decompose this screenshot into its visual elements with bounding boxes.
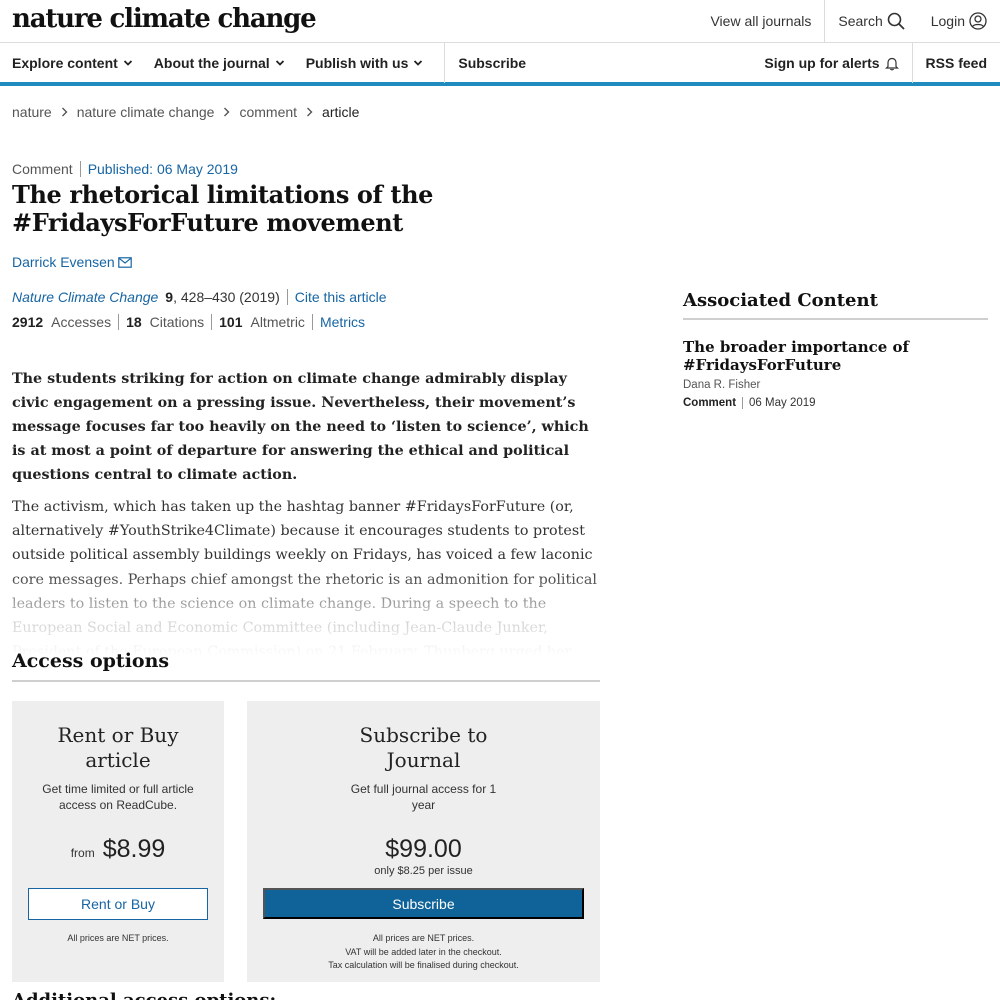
associated-article-meta: Comment 06 May 2019 <box>683 397 816 409</box>
subscribe-price-row: $99.00 <box>247 835 600 864</box>
rss-feed-label: RSS feed <box>925 55 987 71</box>
chevron-down-icon <box>123 60 132 66</box>
citation-line: Nature Climate Change 9 , 428–430 (2019)… <box>12 289 387 305</box>
nav-about-journal[interactable]: About the journal <box>154 55 285 71</box>
altmetric-label: Altmetric <box>250 314 305 330</box>
associated-content-heading: Associated Content <box>683 290 988 320</box>
user-icon <box>969 12 987 30</box>
volume: 9 <box>165 289 174 305</box>
breadcrumb-journal[interactable]: nature climate change <box>77 104 215 120</box>
rent-price-row: from $8.99 <box>12 835 224 864</box>
published-date: Published: 06 May 2019 <box>87 161 238 177</box>
subscribe-note-2: VAT will be added later in the checkout. <box>345 946 502 957</box>
sign-up-alerts-label: Sign up for alerts <box>764 55 880 71</box>
nav-about-journal-label: About the journal <box>153 55 270 71</box>
rent-card-title: Rent or Buy article <box>57 723 179 772</box>
per-issue-price: only $8.25 per issue <box>374 865 473 877</box>
cite-article-link[interactable]: Cite this article <box>288 289 387 305</box>
article-title: The rhetorical limitations of the #Frida… <box>12 180 433 237</box>
paywall-fade <box>0 570 620 656</box>
rent-or-buy-button[interactable]: Rent or Buy <box>28 888 208 920</box>
search-label: Search <box>838 13 883 29</box>
chevron-down-icon <box>414 60 423 66</box>
article-type: Comment <box>12 161 81 177</box>
subscribe-price: $99.00 <box>385 835 462 863</box>
login-button[interactable]: Login <box>918 0 1000 42</box>
nav-subscribe[interactable]: Subscribe <box>444 43 526 83</box>
top-links: View all journals Search Login <box>697 0 1000 42</box>
rent-price-note: All prices are NET prices. <box>67 933 169 943</box>
article-standfirst: The students striking for action on clim… <box>12 371 589 483</box>
additional-access-label: Additional access options: <box>12 992 312 1000</box>
nav-explore-content-label: Explore content <box>12 55 118 71</box>
subscribe-card-title: Subscribe to Journal <box>359 723 488 772</box>
rent-or-buy-card: Rent or Buy article Get time limited or … <box>12 701 224 982</box>
subscribe-card-description: Get full journal access for 1 year <box>350 782 497 812</box>
accesses-label: Accesses <box>51 314 112 330</box>
subscribe-button[interactable]: Subscribe <box>263 888 584 919</box>
nav-publish-label: Publish with us <box>305 55 409 71</box>
citations-label: Citations <box>149 314 205 330</box>
nav-left: Explore content About the journal Publis… <box>12 43 526 83</box>
bell-icon <box>884 57 899 70</box>
access-options-heading: Access options <box>12 650 600 682</box>
author-name: Darrick Evensen <box>12 254 115 270</box>
chevron-right-icon <box>223 107 230 117</box>
price-from-label: from <box>70 846 95 860</box>
nav-explore-content[interactable]: Explore content <box>12 55 133 71</box>
altmetric-count: 101 <box>219 314 243 330</box>
site-logo[interactable]: nature climate change <box>12 4 317 34</box>
view-all-journals-label: View all journals <box>710 13 812 29</box>
additional-access-heading: Additional access options: <box>12 992 312 1000</box>
nav-publish-with-us[interactable]: Publish with us <box>306 55 424 71</box>
associated-article-title[interactable]: The broader importance of #FridaysForFut… <box>683 338 983 374</box>
metrics-link[interactable]: Metrics <box>320 314 365 330</box>
sign-up-alerts-link[interactable]: Sign up for alerts <box>751 43 913 83</box>
metric-citations: 18 Citations <box>126 314 213 330</box>
article-meta: Comment Published: 06 May 2019 <box>12 161 238 177</box>
breadcrumb-nature[interactable]: nature <box>12 104 52 120</box>
rent-price: $8.99 <box>102 835 166 863</box>
rent-card-description: Get time limited or full article access … <box>42 782 194 812</box>
subscribe-price-notes: All prices are NET prices. VAT will be a… <box>253 932 594 973</box>
accesses-count: 2912 <box>12 314 44 330</box>
journal-link[interactable]: Nature Climate Change <box>12 289 158 305</box>
login-label: Login <box>930 13 965 29</box>
nav-right: Sign up for alerts RSS feed <box>751 43 1000 83</box>
nav-subscribe-label: Subscribe <box>458 55 527 71</box>
associated-article-type: Comment <box>683 397 744 409</box>
main-nav: Explore content About the journal Publis… <box>0 43 1000 86</box>
associated-article-author: Dana R. Fisher <box>683 379 761 391</box>
citations-count: 18 <box>126 314 142 330</box>
top-bar: nature climate change View all journals … <box>0 0 1000 43</box>
chevron-down-icon <box>275 60 284 66</box>
breadcrumb-comment[interactable]: comment <box>239 104 297 120</box>
pages: , 428–430 (2019) <box>173 289 288 305</box>
metric-accesses: 2912 Accesses <box>12 314 120 330</box>
chevron-right-icon <box>61 107 68 117</box>
search-icon <box>887 12 905 30</box>
search-button[interactable]: Search <box>825 0 917 42</box>
subscribe-note-3: Tax calculation will be finalised during… <box>328 960 519 970</box>
mail-icon[interactable] <box>117 256 132 268</box>
breadcrumb-current: article <box>322 104 360 120</box>
chevron-right-icon <box>306 107 313 117</box>
subscribe-journal-card: Subscribe to Journal Get full journal ac… <box>247 701 600 982</box>
associated-article-date: 06 May 2019 <box>749 397 816 409</box>
rss-feed-link[interactable]: RSS feed <box>913 43 1000 83</box>
view-all-journals-link[interactable]: View all journals <box>697 0 826 42</box>
article-metrics: 2912 Accesses 18 Citations 101 Altmetric Me… <box>12 314 365 330</box>
breadcrumb: nature nature climate change comment art… <box>12 104 359 120</box>
author-link[interactable]: Darrick Evensen <box>12 254 132 270</box>
subscribe-note-1: All prices are NET prices. <box>372 933 475 943</box>
metric-altmetric: 101 Altmetric <box>219 314 313 330</box>
